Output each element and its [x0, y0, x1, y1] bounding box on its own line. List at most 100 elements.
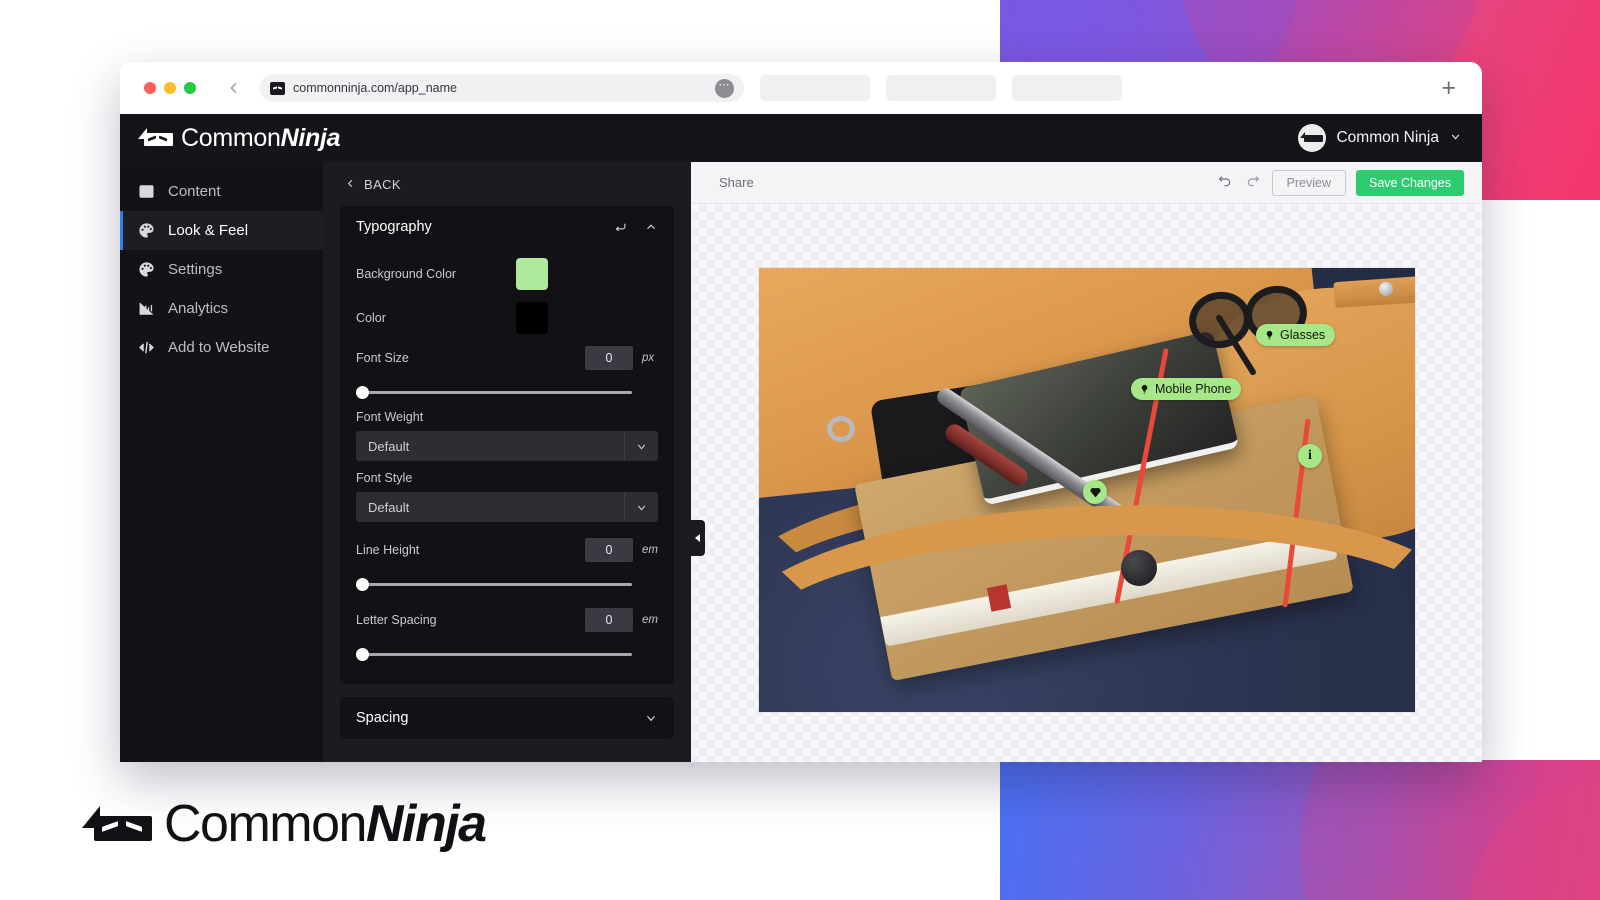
application-root: CommonNinja Common Ninja Content Look & … [120, 114, 1482, 762]
user-menu[interactable]: Common Ninja [1298, 124, 1462, 152]
browser-back-button[interactable] [222, 76, 246, 100]
line-height-slider[interactable] [356, 576, 632, 592]
commonninja-logo-icon [82, 804, 152, 844]
browser-chrome: commonninja.com/app_name ⋯ + [120, 62, 1482, 114]
font-style-value: Default [368, 499, 410, 515]
line-height-slider-knob[interactable] [356, 578, 369, 591]
chevron-down-icon[interactable] [1449, 130, 1462, 146]
sidebar-item-label: Add to Website [168, 339, 270, 356]
background-color-label: Background Color [356, 267, 457, 281]
hotspot-label: Glasses [1280, 328, 1326, 342]
hotspot-image[interactable]: Glasses Mobile Phone i [759, 268, 1415, 712]
save-changes-button[interactable]: Save Changes [1355, 169, 1464, 196]
typography-section-title: Typography [356, 219, 432, 235]
user-name-label: Common Ninja [1336, 129, 1439, 146]
preview-canvas: Glasses Mobile Phone i [691, 204, 1482, 762]
minimize-window-button[interactable] [164, 82, 176, 94]
panel-back-button[interactable]: BACK [323, 162, 691, 206]
font-size-input[interactable]: 0 [585, 346, 633, 370]
typography-section: Typography Background Color Color Font S… [340, 206, 674, 684]
footer-text-bold: Ninja [365, 795, 487, 853]
close-window-button[interactable] [144, 82, 156, 94]
font-style-select[interactable]: Default [356, 492, 658, 522]
chevron-down-icon[interactable] [644, 711, 658, 725]
spacing-section-title: Spacing [356, 710, 409, 726]
sidebar-item-analytics[interactable]: Analytics [120, 289, 323, 328]
letter-spacing-unit: em [642, 614, 658, 626]
lightbulb-icon [1266, 330, 1273, 339]
collapse-panel-handle[interactable] [691, 520, 705, 556]
app-logo-text: CommonNinja [181, 124, 341, 153]
background-color-swatch[interactable] [516, 258, 548, 290]
window-traffic-lights [144, 82, 196, 94]
maximize-window-button[interactable] [184, 82, 196, 94]
letter-spacing-input[interactable]: 0 [585, 608, 633, 632]
letter-spacing-slider-knob[interactable] [356, 648, 369, 661]
preview-actions: Preview Save Changes [1216, 169, 1464, 196]
address-bar[interactable]: commonninja.com/app_name ⋯ [260, 74, 744, 102]
footer-brand-text: CommonNinja [164, 795, 487, 853]
info-icon: i [1308, 448, 1312, 463]
letter-spacing-label: Letter Spacing [356, 613, 437, 627]
chevron-up-icon[interactable] [644, 220, 658, 234]
font-size-slider-knob[interactable] [356, 386, 369, 399]
bar-chart-icon [138, 300, 155, 317]
address-bar-url: commonninja.com/app_name [293, 81, 457, 95]
avatar [1298, 124, 1327, 152]
font-size-label: Font Size [356, 351, 409, 365]
letter-spacing-slider[interactable] [356, 646, 632, 662]
reset-arrow-icon[interactable] [613, 220, 628, 235]
chevron-down-icon[interactable] [624, 431, 658, 461]
footer-text-light: Common [164, 795, 367, 853]
sidebar-item-label: Content [168, 183, 221, 200]
hotspot-marker-info[interactable]: i [1298, 444, 1322, 468]
palette-icon [138, 261, 155, 278]
letter-spacing-row: Letter Spacing 0 em [356, 602, 658, 638]
font-size-row: Font Size 0 px [356, 340, 658, 376]
new-tab-button[interactable]: + [1441, 75, 1456, 101]
sidebar-item-label: Settings [168, 261, 223, 278]
undo-icon[interactable] [1216, 173, 1234, 193]
font-style-label: Font Style [356, 471, 413, 485]
sidebar-item-add-to-website[interactable]: Add to Website [120, 328, 323, 367]
chevron-down-icon[interactable] [624, 492, 658, 522]
line-height-input[interactable]: 0 [585, 538, 633, 562]
color-row: Color [356, 296, 658, 340]
table-icon [138, 183, 155, 200]
sidebar-item-content[interactable]: Content [120, 172, 323, 211]
line-height-unit: em [642, 544, 658, 556]
spacing-section-header[interactable]: Spacing [340, 697, 674, 739]
background-gradient-bottom-right [1000, 760, 1600, 900]
ellipsis-icon[interactable]: ⋯ [715, 78, 734, 98]
sidebar-item-look-and-feel[interactable]: Look & Feel [120, 211, 323, 250]
browser-tab[interactable] [760, 75, 870, 101]
footer-brand-logo: CommonNinja [82, 795, 487, 853]
sidebar-item-settings[interactable]: Settings [120, 250, 323, 289]
diamond-icon [1089, 487, 1101, 497]
sidebar-item-label: Look & Feel [168, 222, 249, 239]
color-swatch[interactable] [516, 302, 548, 334]
hotspot-marker-diamond[interactable] [1083, 480, 1107, 504]
font-weight-label: Font Weight [356, 410, 424, 424]
typography-section-header[interactable]: Typography [340, 206, 674, 248]
browser-tab[interactable] [1012, 75, 1122, 101]
hotspot-glasses[interactable]: Glasses [1256, 324, 1336, 346]
preview-toolbar: Share Preview Save Changes [691, 162, 1482, 204]
line-height-label: Line Height [356, 543, 420, 557]
font-weight-select[interactable]: Default [356, 431, 658, 461]
commonninja-logo-icon [138, 128, 174, 148]
sidebar-item-label: Analytics [168, 300, 229, 317]
app-body: Content Look & Feel Settings Analytics A… [120, 162, 1482, 762]
code-icon [138, 339, 155, 356]
font-size-slider[interactable] [356, 384, 632, 400]
preview-button[interactable]: Preview [1271, 169, 1346, 196]
preview-pane: Share Preview Save Changes Glasses Mobil… [691, 162, 1482, 762]
panel-scroll-area: Typography Background Color Color Font S… [323, 206, 691, 752]
browser-tab[interactable] [886, 75, 996, 101]
settings-panel: BACK Typography Background Color Color F… [323, 162, 691, 762]
redo-icon[interactable] [1244, 173, 1262, 193]
lightbulb-icon [1141, 384, 1148, 393]
hotspot-mobile-phone[interactable]: Mobile Phone [1131, 378, 1242, 400]
font-weight-value: Default [368, 438, 410, 454]
share-button[interactable]: Share [719, 175, 754, 190]
